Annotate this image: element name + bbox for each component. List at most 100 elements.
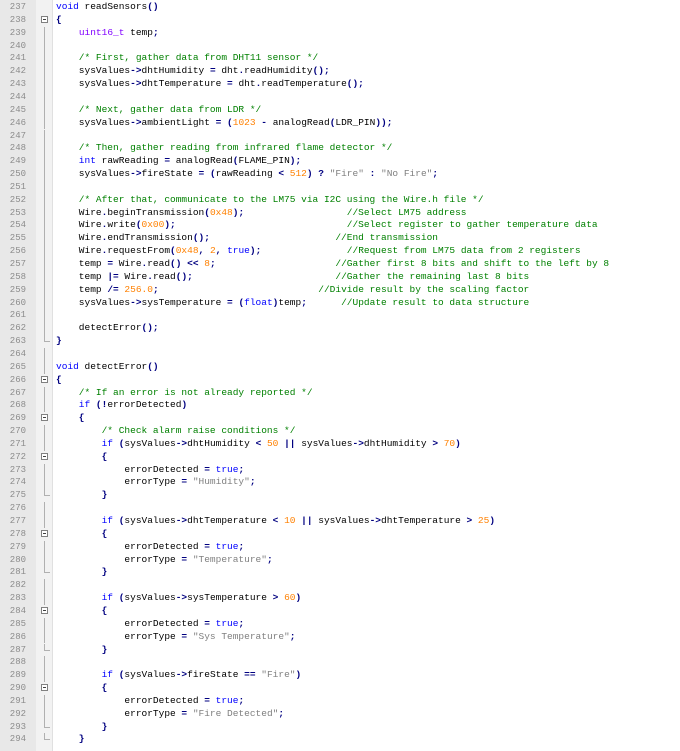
code-line[interactable]: 265 void detectError() [0,360,680,374]
code-line[interactable]: 250 sysValues->fireState = (rawReading <… [0,168,680,181]
code-line[interactable]: 292 errorType = "Fire Detected"; [0,707,680,721]
fold-toggle-icon[interactable] [41,414,48,422]
line-number: 288 [9,657,26,668]
token-str: "No Fire" [381,168,433,180]
line-number: 237 [9,2,26,12]
token-id: dhtHumidity [141,65,210,77]
token-id: sysValues [56,168,131,180]
code-line[interactable]: 264 [0,347,680,361]
code-line[interactable]: 238 { [0,14,680,27]
code-line[interactable]: 253 Wire.beginTransmission(0x48); //Sele… [0,206,680,220]
code-line[interactable]: 291 errorDetected = true; [0,694,680,708]
code-line[interactable]: 237 void readSensors() [0,1,680,14]
code-line[interactable]: 242 sysValues->dhtHumidity = dht.readHum… [0,65,680,79]
fold-toggle-icon[interactable] [41,529,48,537]
code-line[interactable]: 254 Wire.write(0x00); //Select register … [0,219,680,233]
token-cm: //End transmission [335,232,438,244]
code-line[interactable]: 258 temp |= Wire.read(); //Gather the re… [0,270,680,284]
code-editor[interactable]: 237 void readSensors() 238{239 uint16_t te… [0,0,680,751]
code-line[interactable]: 280 errorType = "Temperature"; [0,553,680,567]
code-line[interactable]: 269 { [0,412,680,425]
token-op: -> [130,65,142,77]
fold-guide [44,52,45,66]
code-line[interactable]: 277 if (sysValues->dhtTemperature < 10 |… [0,515,680,528]
code-line[interactable]: 257 temp = Wire.read() << 8; //Gather fi… [0,258,680,271]
code-line[interactable]: 274 errorType = "Humidity"; [0,476,680,490]
code-line[interactable]: 275 } [0,489,680,502]
code-line[interactable]: 249 int rawReading = analogRead(FLAME_PI… [0,155,680,169]
code-line[interactable]: 279 errorDetected = true; [0,540,680,554]
code-line[interactable]: 272 { [0,451,680,464]
code-line[interactable]: 262 detectError(); [0,322,680,336]
fold-toggle-icon[interactable] [41,15,48,23]
token-kw: void [56,360,85,372]
code-text: sysValues->ambientLight = (1023 - analog… [56,116,393,130]
code-line[interactable]: 273 errorDetected = true; [0,463,680,477]
code-line[interactable]: 281 } [0,566,680,579]
token-id: fireState [187,669,245,681]
code-line[interactable]: 290 { [0,682,680,695]
code-line[interactable]: 263} [0,335,680,348]
fold-toggle-icon[interactable] [41,452,48,460]
token-id: analogRead [272,116,330,128]
code-text: } [56,733,85,746]
code-text: } [56,489,108,502]
fold-toggle-icon[interactable] [41,375,48,383]
code-line[interactable]: 270 /* Check alarm raise conditions */ [0,425,680,438]
code-line[interactable]: 259 temp /= 256.0; //Divide result by th… [0,283,680,297]
code-text: /* Next, gather data from LDR */ [56,104,261,117]
token-op: (); [312,65,330,77]
code-line[interactable]: 278 { [0,528,680,541]
code-line[interactable]: 271 if (sysValues->dhtHumidity < 50 || s… [0,437,680,451]
code-line[interactable]: 241 /* First, gather data from DHT11 sen… [0,52,680,66]
code-line[interactable]: 266 { [0,374,680,387]
code-line[interactable]: 283 if (sysValues->sysTemperature > 60) [0,592,680,605]
token-id: dhtTemperature [141,78,228,90]
code-line[interactable]: 247 [0,129,680,143]
token-id: FLAME_PIN [238,155,290,167]
code-line[interactable]: 255 Wire.endTransmission(); //End transm… [0,232,680,246]
code-line[interactable]: 261 [0,309,680,323]
line-number: 245 [9,104,26,115]
code-line[interactable]: 256 Wire.requestFrom(0x48, 2, true); //R… [0,245,680,258]
code-line[interactable]: 268 if (!errorDetected) [0,399,680,413]
code-line[interactable]: 293 } [0,720,680,734]
code-line[interactable]: 276 [0,502,680,515]
code-text: if (sysValues->fireState == "Fire") [56,669,302,682]
code-line[interactable]: 284 { [0,605,680,618]
code-line[interactable]: 246 sysValues->ambientLight = (1023 - an… [0,116,680,130]
token-id: read [152,270,176,282]
code-line[interactable]: 282 [0,579,680,593]
code-line[interactable]: 252 /* After that, communicate to the LM… [0,193,680,207]
line-number: 242 [9,66,26,77]
code-line[interactable]: 239 uint16_t temp; [0,26,680,40]
code-line[interactable]: 286 errorType = "Sys Temperature"; [0,630,680,644]
code-text: int rawReading = analogRead(FLAME_PIN); [56,155,301,168]
token-num: 50 [266,437,279,449]
code-line[interactable]: 289 if (sysValues->fireState == "Fire") [0,669,680,683]
token-op: ; [266,553,273,565]
code-line[interactable]: 240 [0,39,680,53]
token-str: "Sys Temperature" [192,630,290,642]
fold-guide [44,270,45,284]
code-line[interactable]: 244 [0,90,680,104]
token-kw: true [215,617,239,629]
code-line[interactable]: 294 } [0,733,680,746]
code-line[interactable]: 288 [0,656,680,670]
fold-toggle-icon[interactable] [41,606,48,614]
code-line[interactable]: 251 [0,180,680,194]
fold-toggle-icon[interactable] [41,684,48,692]
token-id: write [107,219,136,231]
code-line[interactable]: 248 /* Then, gather reading from infrare… [0,142,680,156]
code-line[interactable]: 267 /* If an error is not already report… [0,386,680,400]
token-op: } [56,489,108,501]
code-text: temp |= Wire.read(); //Gather the remain… [56,271,529,284]
token-op: = ( [227,296,245,308]
code-line[interactable]: 287 } [0,643,680,657]
fold-guide [44,232,45,246]
fold-guide [44,463,45,477]
code-line[interactable]: 260 sysValues->sysTemperature = (float)t… [0,296,680,310]
code-line[interactable]: 285 errorDetected = true; [0,617,680,631]
code-line[interactable]: 243 sysValues->dhtTemperature = dht.read… [0,78,680,91]
code-line[interactable]: 245 /* Next, gather data from LDR */ [0,103,680,117]
